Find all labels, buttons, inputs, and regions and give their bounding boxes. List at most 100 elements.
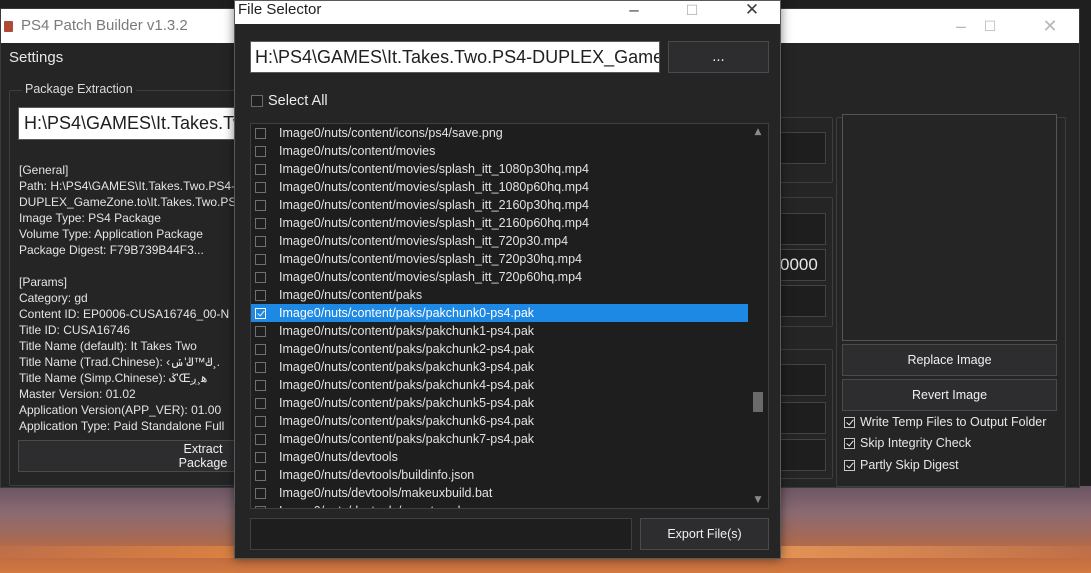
- browse-button[interactable]: ...: [668, 41, 769, 73]
- right-field-2[interactable]: [780, 213, 826, 245]
- package-path-field[interactable]: H:\PS4\GAMES\It.Takes.Two.PS4-DUPLEX_Gam…: [18, 107, 244, 140]
- info-line: Path: H:\PS4\GAMES\It.Takes.Two.PS4-: [19, 179, 236, 193]
- checkbox-icon[interactable]: [255, 343, 266, 355]
- file-name: Image0/nuts/content/icons/ps4/save.png: [279, 126, 503, 140]
- maximize-icon[interactable]: ☐: [967, 9, 1013, 43]
- checkbox-icon[interactable]: [255, 469, 266, 481]
- file-name: Image0/nuts/content/movies: [279, 144, 436, 158]
- file-list-item[interactable]: Image0/nuts/content/movies/splash_itt_72…: [251, 250, 748, 268]
- file-list-item[interactable]: Image0/nuts/content/paks/pakchunk6-ps4.p…: [251, 412, 748, 430]
- checkbox-icon[interactable]: [844, 459, 855, 471]
- file-name: Image0/nuts/content/movies/splash_itt_21…: [279, 216, 589, 230]
- info-line: Title ID: CUSA16746: [19, 323, 130, 337]
- extract-package-button[interactable]: Extract Package: [18, 440, 244, 472]
- checkbox-icon[interactable]: [255, 307, 266, 319]
- file-list-item[interactable]: Image0/nuts/content/paks/pakchunk0-ps4.p…: [251, 304, 748, 322]
- file-list-item[interactable]: Image0/nuts/devtools/buildinfo.json: [251, 466, 748, 484]
- replace-image-button[interactable]: Replace Image: [842, 344, 1057, 376]
- image-preview: [842, 114, 1057, 341]
- file-list-item[interactable]: Image0/nuts/content/paks/pakchunk1-ps4.p…: [251, 322, 748, 340]
- scroll-up-icon[interactable]: ▲: [748, 124, 768, 140]
- file-list-item[interactable]: Image0/nuts/content/movies/splash_itt_72…: [251, 268, 748, 286]
- select-all-checkbox[interactable]: Select All: [251, 91, 328, 111]
- checkbox-icon[interactable]: [255, 487, 266, 499]
- revert-image-button[interactable]: Revert Image: [842, 379, 1057, 411]
- file-name: Image0/nuts/content/paks/pakchunk3-ps4.p…: [279, 360, 535, 374]
- info-line: Master Version: 01.02: [19, 387, 136, 401]
- close-icon[interactable]: ✕: [1027, 9, 1073, 43]
- info-line: Application Type: Paid Standalone Full: [19, 419, 225, 433]
- file-name: Image0/nuts/content/movies/splash_itt_72…: [279, 234, 569, 248]
- file-list-scrollbar[interactable]: ▲ ▼: [748, 124, 768, 508]
- checkbox-icon[interactable]: [255, 433, 266, 445]
- right-field-5[interactable]: [780, 364, 826, 396]
- file-list-item[interactable]: Image0/nuts/devtools/reportcrash.py: [251, 502, 748, 508]
- option-write-temp-files[interactable]: Write Temp Files to Output Folder: [844, 413, 1046, 431]
- checkbox-icon[interactable]: [255, 397, 266, 409]
- checkbox-icon[interactable]: [255, 361, 266, 373]
- close-icon[interactable]: ✕: [732, 0, 772, 23]
- file-list-item[interactable]: Image0/nuts/content/movies/splash_itt_21…: [251, 196, 748, 214]
- file-list-item[interactable]: Image0/nuts/content/movies/splash_itt_21…: [251, 214, 748, 232]
- file-selector-path-field[interactable]: H:\PS4\GAMES\It.Takes.Two.PS4-DUPLEX_Gam…: [250, 41, 660, 73]
- checkbox-icon[interactable]: [255, 145, 266, 157]
- scroll-down-icon[interactable]: ▼: [748, 492, 768, 508]
- file-list-item[interactable]: Image0/nuts/content/paks/pakchunk4-ps4.p…: [251, 376, 748, 394]
- checkbox-icon[interactable]: [251, 95, 263, 107]
- option-partly-skip-digest[interactable]: Partly Skip Digest: [844, 456, 959, 474]
- file-selector-title-bar[interactable]: File Selector – ☐ ✕: [235, 0, 780, 24]
- right-field-6[interactable]: [780, 402, 826, 434]
- file-list[interactable]: Image0/nuts/content/icons/ps4/save.png Im…: [250, 123, 769, 509]
- checkbox-icon[interactable]: [255, 217, 266, 229]
- select-all-label: Select All: [268, 93, 328, 109]
- checkbox-icon[interactable]: [255, 451, 266, 463]
- checkbox-icon[interactable]: [844, 437, 855, 449]
- checkbox-icon[interactable]: [255, 253, 266, 265]
- checkbox-icon[interactable]: [255, 181, 266, 193]
- info-line: Package Digest: F79B739B44F3...: [19, 243, 204, 257]
- file-list-item[interactable]: Image0/nuts/content/paks/pakchunk2-ps4.p…: [251, 340, 748, 358]
- checkbox-icon[interactable]: [255, 127, 266, 139]
- checkbox-icon[interactable]: [255, 325, 266, 337]
- option-label: Partly Skip Digest: [860, 458, 959, 472]
- file-name: Image0/nuts/content/paks/pakchunk5-ps4.p…: [279, 396, 535, 410]
- file-selector-dialog: File Selector – ☐ ✕ H:\PS4\GAMES\It.Take…: [234, 0, 781, 559]
- file-list-item[interactable]: Image0/nuts/content/paks/pakchunk5-ps4.p…: [251, 394, 748, 412]
- maximize-icon[interactable]: ☐: [672, 0, 712, 23]
- checkbox-icon[interactable]: [255, 379, 266, 391]
- info-line: Application Version(APP_VER): 01.00: [19, 403, 222, 417]
- checkbox-icon[interactable]: [844, 416, 855, 428]
- checkbox-icon[interactable]: [255, 415, 266, 427]
- file-list-item[interactable]: Image0/nuts/content/movies/splash_itt_10…: [251, 178, 748, 196]
- info-line: Content ID: EP0006-CUSA16746_00-N: [19, 307, 230, 321]
- export-files-button[interactable]: Export File(s): [640, 518, 769, 550]
- file-list-item[interactable]: Image0/nuts/content/movies: [251, 142, 748, 160]
- checkbox-icon[interactable]: [255, 289, 266, 301]
- checkbox-icon[interactable]: [255, 235, 266, 247]
- minimize-icon[interactable]: –: [614, 0, 654, 23]
- file-list-item[interactable]: Image0/nuts/content/paks: [251, 286, 748, 304]
- checkbox-icon[interactable]: [255, 199, 266, 211]
- file-list-item[interactable]: Image0/nuts/content/paks/pakchunk3-ps4.p…: [251, 358, 748, 376]
- right-field-4[interactable]: [780, 285, 826, 317]
- file-list-item[interactable]: Image0/nuts/content/paks/pakchunk7-ps4.p…: [251, 430, 748, 448]
- file-selector-title: File Selector: [238, 1, 322, 18]
- scroll-thumb[interactable]: [753, 392, 763, 412]
- checkbox-icon[interactable]: [255, 163, 266, 175]
- file-list-item[interactable]: Image0/nuts/content/movies/splash_itt_72…: [251, 232, 748, 250]
- file-list-item[interactable]: Image0/nuts/content/movies/splash_itt_10…: [251, 160, 748, 178]
- right-field-1[interactable]: [780, 132, 826, 164]
- option-skip-integrity-check[interactable]: Skip Integrity Check: [844, 434, 971, 452]
- checkbox-icon[interactable]: [255, 271, 266, 283]
- file-list-item[interactable]: Image0/nuts/devtools: [251, 448, 748, 466]
- checkbox-icon[interactable]: [255, 505, 266, 508]
- right-field-3[interactable]: 0000: [780, 249, 826, 281]
- file-list-item[interactable]: Image0/nuts/devtools/makeuxbuild.bat: [251, 484, 748, 502]
- file-name: Image0/nuts/content/paks/pakchunk4-ps4.p…: [279, 378, 535, 392]
- file-name: Image0/nuts/content/movies/splash_itt_21…: [279, 198, 589, 212]
- file-name: Image0/nuts/devtools/makeuxbuild.bat: [279, 486, 493, 500]
- menu-settings[interactable]: Settings: [9, 49, 63, 66]
- file-list-item[interactable]: Image0/nuts/content/icons/ps4/save.png: [251, 124, 748, 142]
- info-line: [General]: [19, 163, 69, 177]
- right-field-7[interactable]: [780, 439, 826, 471]
